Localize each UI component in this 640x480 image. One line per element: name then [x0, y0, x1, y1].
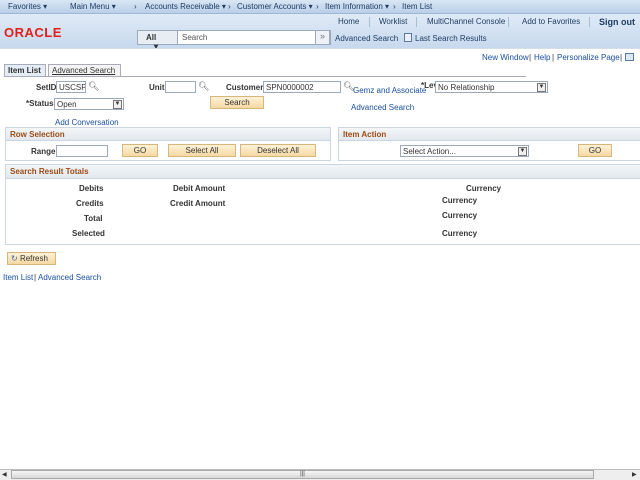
footer-item-list-link[interactable]: Item List	[3, 273, 33, 282]
chevron-down-icon: ▼	[518, 147, 527, 156]
home-link[interactable]: Home	[338, 17, 359, 26]
header-advanced-search-link[interactable]: Advanced Search	[335, 34, 398, 43]
item-action-select[interactable]: Select Action... ▼	[400, 145, 529, 157]
debit-currency-label: Currency	[466, 184, 502, 193]
breadcrumb-item-list[interactable]: Item List	[402, 2, 432, 11]
scrollbar-thumb[interactable]: |||	[11, 470, 594, 479]
setid-label: SetID	[36, 83, 57, 92]
chevron-down-icon: ▼	[113, 100, 122, 109]
new-window-link[interactable]: New Window	[482, 53, 529, 62]
last-search-results-link[interactable]: Last Search Results	[415, 34, 487, 43]
advanced-search-link[interactable]: Advanced Search	[351, 103, 414, 112]
add-to-favorites-link[interactable]: Add to Favorites	[522, 17, 580, 26]
footer-advanced-search-link[interactable]: Advanced Search	[38, 273, 101, 282]
scroll-left-icon[interactable]: ◀	[2, 471, 7, 478]
chevron-down-icon: ▼	[537, 83, 546, 92]
credit-amount-label: Credit Amount	[170, 199, 226, 208]
oracle-logo: ORACLE	[4, 25, 62, 40]
search-result-totals-panel: Search Result Totals Debits Debit Amount…	[5, 164, 640, 245]
range-label: Range	[31, 147, 56, 156]
totals-title: Search Result Totals	[6, 165, 640, 179]
personalize-page-link[interactable]: Personalize Page	[557, 53, 620, 62]
refresh-icon: ↻	[11, 254, 18, 263]
tab-advanced-search[interactable]: Advanced Search	[48, 64, 121, 76]
multichannel-console-link[interactable]: MultiChannel Console	[427, 17, 505, 26]
add-conversation-link[interactable]: Add Conversation	[55, 118, 119, 127]
scroll-right-icon[interactable]: ▶	[632, 471, 637, 478]
customer-input[interactable]: SPN0000002	[263, 81, 341, 93]
range-input[interactable]	[56, 145, 108, 157]
breadcrumb-customer-accounts[interactable]: Customer Accounts ▾	[237, 2, 313, 11]
status-select[interactable]: Open ▼	[54, 98, 124, 110]
level-select[interactable]: No Relationship ▼	[435, 81, 548, 93]
search-button[interactable]: Search	[210, 96, 264, 109]
nav-bar: Favorites ▾ Main Menu ▾ › Accounts Recei…	[0, 0, 640, 14]
select-all-button[interactable]: Select All	[168, 144, 236, 157]
customer-name: Gemz and Associate	[353, 86, 427, 95]
worklist-link[interactable]: Worklist	[379, 17, 407, 26]
debits-label: Debits	[79, 184, 104, 193]
credits-label: Credits	[76, 199, 104, 208]
setid-lookup-icon[interactable]: 🔍︎	[88, 81, 99, 92]
breadcrumb-item-information[interactable]: Item Information ▾	[325, 2, 389, 11]
debit-amount-label: Debit Amount	[173, 184, 226, 193]
row-selection-title: Row Selection	[6, 128, 330, 141]
item-action-title: Item Action	[339, 128, 640, 141]
deselect-all-button[interactable]: Deselect All	[240, 144, 316, 157]
total-currency-label: Currency	[442, 211, 478, 220]
horizontal-scrollbar[interactable]: ◀ ||| ▶	[0, 469, 640, 480]
status-label: *Status	[26, 99, 54, 108]
grid-settings-icon[interactable]	[625, 53, 634, 61]
item-action-go-button[interactable]: GO	[578, 144, 612, 157]
favorites-menu[interactable]: Favorites ▾	[8, 2, 47, 11]
global-search: All ▾ Search	[137, 30, 331, 51]
total-label: Total	[84, 214, 103, 223]
search-go-icon[interactable]: »	[315, 30, 330, 45]
help-link[interactable]: Help	[534, 53, 550, 62]
search-scope-select[interactable]: All ▾	[138, 31, 178, 51]
unit-input[interactable]	[165, 81, 196, 93]
selected-currency-label: Currency	[442, 229, 478, 238]
selected-label: Selected	[72, 229, 105, 238]
main-menu[interactable]: Main Menu ▾	[70, 2, 116, 11]
breadcrumb-accounts-receivable[interactable]: Accounts Receivable ▾	[145, 2, 226, 11]
credit-currency-label: Currency	[442, 196, 478, 205]
unit-label: Unit	[149, 83, 165, 92]
sign-out-link[interactable]: Sign out	[599, 17, 635, 27]
refresh-button[interactable]: ↻ Refresh	[7, 252, 56, 265]
setid-input[interactable]: USCSP	[56, 81, 86, 93]
last-results-icon	[404, 33, 412, 42]
customer-label: Customer	[226, 83, 264, 92]
row-selection-panel: Row Selection Range GO Select All Desele…	[5, 127, 331, 161]
tab-item-list[interactable]: Item List	[4, 64, 46, 76]
item-action-panel: Item Action Select Action... ▼ GO	[338, 127, 640, 161]
range-go-button[interactable]: GO	[122, 144, 158, 157]
unit-lookup-icon[interactable]: 🔍︎	[198, 81, 209, 92]
level-label: *Lev	[421, 81, 435, 90]
search-input[interactable]: Search	[182, 33, 207, 42]
